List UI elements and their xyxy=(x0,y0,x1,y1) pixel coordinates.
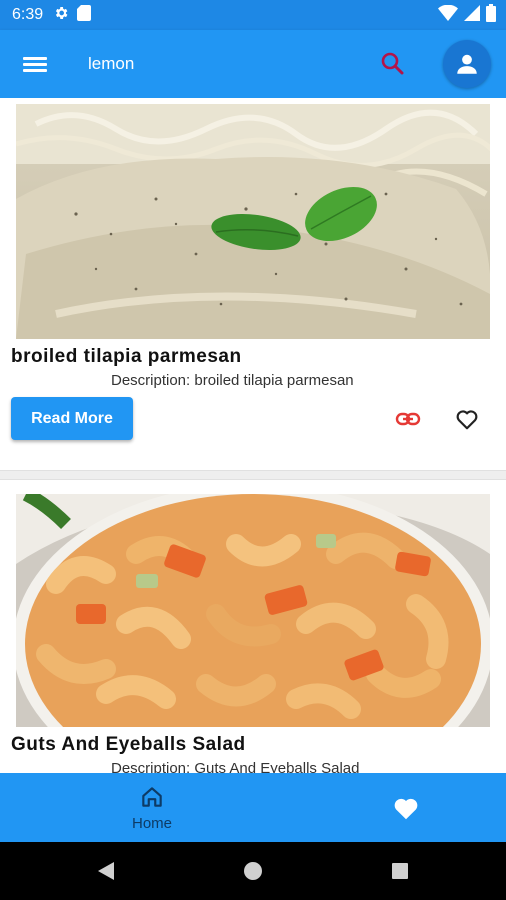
back-button[interactable] xyxy=(92,856,122,886)
battery-icon xyxy=(486,3,496,27)
link-button[interactable] xyxy=(393,404,423,434)
recipe-description: Description: Guts And Eyeballs Salad xyxy=(111,760,360,773)
bottom-nav: Home xyxy=(0,773,506,842)
app-bar xyxy=(0,30,506,98)
nav-favorites[interactable] xyxy=(378,773,434,842)
link-icon xyxy=(395,412,421,426)
recipe-image[interactable] xyxy=(16,104,490,339)
sd-card-icon xyxy=(77,4,92,26)
recipe-list[interactable]: broiled tilapia parmesan Description: br… xyxy=(0,98,506,773)
recents-icon xyxy=(392,863,408,879)
status-bar: 6:39 xyxy=(0,0,506,30)
home-circle-icon xyxy=(244,862,262,880)
card-divider xyxy=(0,470,506,480)
back-icon xyxy=(98,862,114,880)
recipe-title: broiled tilapia parmesan xyxy=(11,346,242,367)
recipe-description: Description: broiled tilapia parmesan xyxy=(111,372,354,389)
home-icon xyxy=(142,787,162,807)
recipe-card: broiled tilapia parmesan Description: br… xyxy=(0,98,506,468)
account-button[interactable] xyxy=(443,40,491,88)
recents-button[interactable] xyxy=(385,856,415,886)
recipe-title: Guts And Eyeballs Salad xyxy=(11,734,246,755)
favorite-button[interactable] xyxy=(452,404,482,434)
menu-button[interactable] xyxy=(20,51,50,77)
search-input[interactable] xyxy=(88,48,358,80)
signal-icon xyxy=(464,4,480,26)
search-button[interactable] xyxy=(378,49,408,79)
read-more-button[interactable]: Read More xyxy=(11,397,133,440)
recipe-image[interactable] xyxy=(16,494,490,727)
menu-icon xyxy=(23,57,47,72)
system-nav-bar xyxy=(0,842,506,900)
nav-home[interactable]: Home xyxy=(100,773,204,842)
account-icon xyxy=(457,54,477,74)
status-time: 6:39 xyxy=(12,6,44,23)
nav-home-label: Home xyxy=(131,815,172,832)
gear-icon xyxy=(53,5,69,26)
search-icon xyxy=(381,52,404,75)
recipe-card: Guts And Eyeballs Salad Description: Gut… xyxy=(0,480,506,773)
home-system-button[interactable] xyxy=(238,856,268,886)
wifi-icon xyxy=(438,4,458,26)
heart-icon xyxy=(394,798,418,820)
heart-outline-icon xyxy=(456,410,478,430)
